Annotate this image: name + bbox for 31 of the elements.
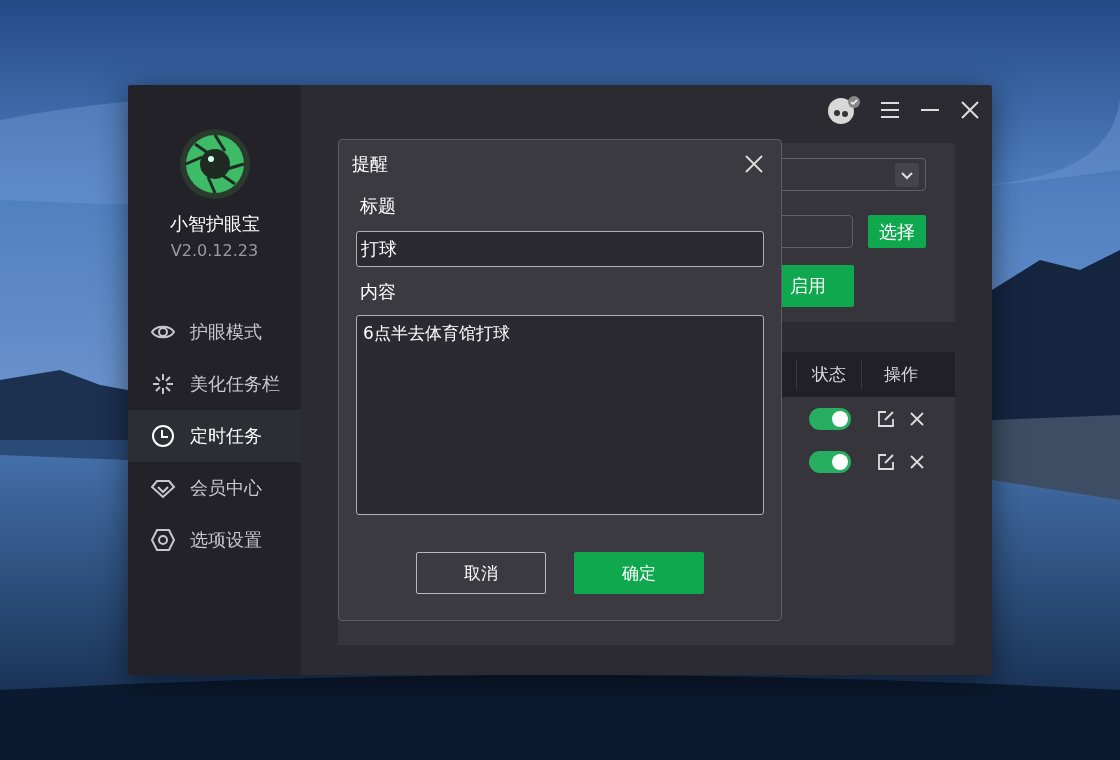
cancel-button[interactable]: 取消 bbox=[416, 552, 546, 594]
minimize-icon[interactable] bbox=[919, 108, 941, 112]
toggle-switch[interactable] bbox=[809, 407, 851, 430]
sparkle-icon bbox=[150, 371, 176, 397]
edit-icon[interactable] bbox=[877, 452, 895, 471]
nav-item[interactable]: 护眼模式 bbox=[128, 306, 301, 358]
toggle-switch[interactable] bbox=[809, 450, 851, 473]
settings-icon bbox=[150, 527, 176, 553]
column-header: 操作 bbox=[884, 363, 918, 386]
delete-icon[interactable] bbox=[909, 410, 925, 427]
edit-icon[interactable] bbox=[877, 409, 895, 428]
nav-item[interactable]: 美化任务栏 bbox=[128, 358, 301, 410]
title-field[interactable]: 打球 bbox=[356, 231, 764, 267]
nav-item[interactable]: 定时任务 bbox=[128, 410, 301, 462]
app-name: 小智护眼宝 bbox=[169, 212, 260, 236]
delete-icon[interactable] bbox=[909, 453, 925, 470]
field-label: 内容 bbox=[360, 281, 397, 303]
close-icon[interactable] bbox=[959, 99, 981, 121]
nav-item[interactable]: 会员中心 bbox=[128, 462, 301, 514]
field-label: 标题 bbox=[360, 195, 397, 217]
clock-icon bbox=[150, 423, 176, 449]
content-field[interactable]: 6点半去体育馆打球 bbox=[356, 315, 764, 515]
version-text: V2.0.12.23 bbox=[170, 241, 259, 260]
close-icon[interactable] bbox=[744, 153, 764, 174]
nav-item[interactable]: 选项设置 bbox=[128, 514, 301, 566]
dialog-title: 提醒 bbox=[352, 151, 388, 176]
menu-icon[interactable] bbox=[879, 100, 901, 120]
chevron-down-icon bbox=[895, 162, 919, 187]
column-header: 状态 bbox=[812, 363, 846, 386]
logo-icon bbox=[179, 129, 250, 199]
avatar-icon[interactable] bbox=[827, 95, 861, 125]
